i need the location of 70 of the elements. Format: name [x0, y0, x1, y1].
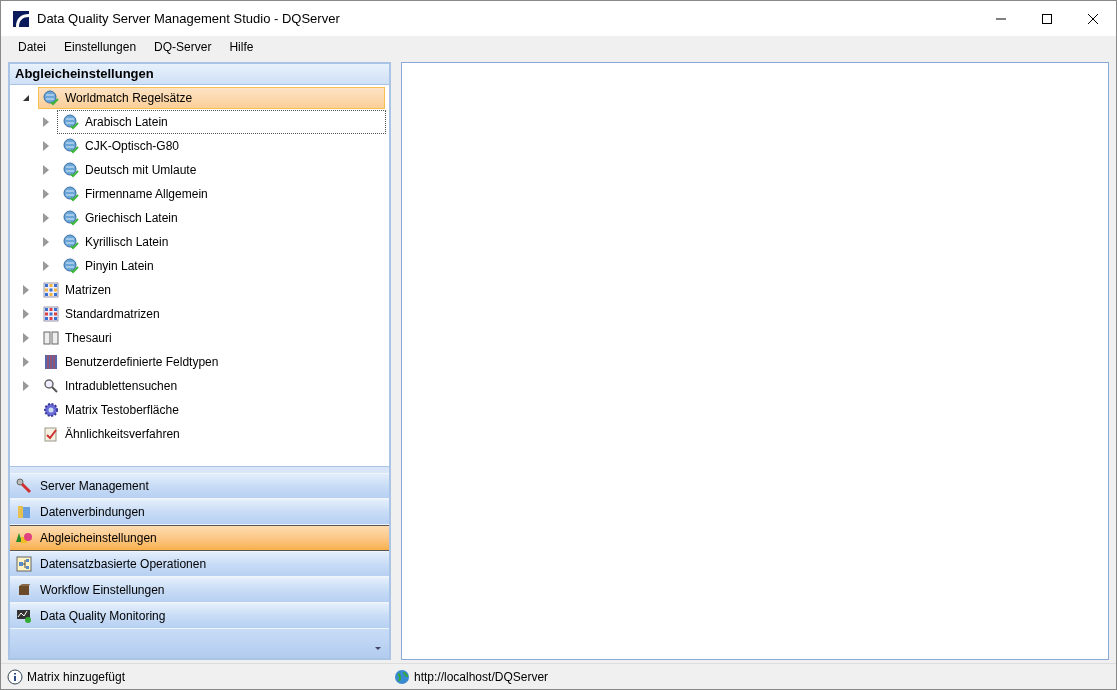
columns-icon — [43, 354, 59, 370]
tree-item[interactable]: Benutzerdefinierte Feldtypen — [38, 351, 385, 373]
close-icon — [1087, 12, 1099, 25]
menu-item[interactable]: Datei — [9, 38, 55, 56]
status-message: Matrix hinzugefügt — [27, 668, 126, 686]
expand-triangle-icon[interactable] — [22, 285, 30, 295]
expand-triangle-icon[interactable] — [22, 357, 30, 367]
expand-triangle-icon[interactable] — [42, 189, 50, 199]
navigation-button[interactable]: Abgleicheinstellungen — [10, 525, 389, 551]
menu-item[interactable]: Einstellungen — [55, 38, 146, 56]
tree-item[interactable]: Standardmatrizen — [38, 303, 385, 325]
diagram-icon — [16, 556, 32, 572]
navigation-button[interactable]: Workflow Einstellungen — [10, 577, 389, 603]
server-url: http://localhost/DQServer — [414, 668, 549, 686]
tree-item[interactable]: Intradublettensuchen — [38, 375, 385, 397]
globe-check-icon — [63, 186, 79, 202]
chart-icon — [16, 608, 32, 624]
globe-check-icon — [63, 138, 79, 154]
expand-triangle-icon[interactable] — [42, 141, 50, 151]
tree-item[interactable]: Deutsch mit Umlaute — [58, 159, 385, 181]
globe-icon — [394, 668, 410, 685]
info-icon — [7, 668, 23, 685]
tree-item[interactable]: Firmenname Allgemein — [58, 183, 385, 205]
expand-triangle-icon[interactable] — [22, 333, 30, 343]
tree-item[interactable]: Thesauri — [38, 327, 385, 349]
grid-icon — [43, 282, 59, 298]
tree-item[interactable]: CJK-Optisch-G80 — [58, 135, 385, 157]
tree-item[interactable]: Griechisch Latein — [58, 207, 385, 229]
shapes-icon — [16, 530, 32, 546]
panel-header: Abgleicheinstellungen — [10, 64, 389, 85]
tree-item[interactable]: Matrizen — [38, 279, 385, 301]
navigation-button[interactable]: Datensatzbasierte Operationen — [10, 551, 389, 577]
window-title: Data Quality Server Management Studio - DQServer — [37, 9, 340, 28]
globe-check-icon — [63, 114, 79, 130]
collapse-triangle-icon[interactable] — [22, 94, 30, 102]
box-icon — [16, 582, 32, 598]
gear-icon — [43, 402, 59, 418]
search-icon — [43, 378, 59, 394]
expand-triangle-icon[interactable] — [42, 237, 50, 247]
expand-triangle-icon[interactable] — [42, 117, 50, 127]
globe-check-icon — [63, 234, 79, 250]
wrench-icon — [16, 478, 32, 494]
grid-icon — [43, 306, 59, 322]
tree-item[interactable]: Worldmatch Regelsätze — [38, 87, 385, 109]
splitter-grip[interactable] — [10, 466, 389, 473]
maximize-icon — [1041, 12, 1053, 25]
book-icon — [43, 330, 59, 346]
globe-check-icon — [63, 162, 79, 178]
clipboard-check-icon — [43, 426, 59, 442]
tree-item[interactable]: Kyrillisch Latein — [58, 231, 385, 253]
tree-item[interactable]: Ähnlichkeitsverfahren — [38, 423, 385, 445]
cylinder-icon — [16, 504, 32, 520]
expand-triangle-icon[interactable] — [42, 213, 50, 223]
tree-item[interactable]: Pinyin Latein — [58, 255, 385, 277]
tree-item[interactable]: Matrix Testoberfläche — [38, 399, 385, 421]
dropdown-arrow-icon[interactable] — [375, 647, 381, 650]
expand-triangle-icon[interactable] — [42, 261, 50, 271]
expand-triangle-icon[interactable] — [22, 381, 30, 391]
expand-triangle-icon[interactable] — [42, 165, 50, 175]
expand-triangle-icon[interactable] — [22, 309, 30, 319]
app-logo-icon — [13, 10, 29, 27]
globe-check-icon — [63, 210, 79, 226]
menu-item[interactable]: Hilfe — [220, 38, 263, 56]
globe-check-icon — [43, 90, 59, 106]
navigation-button[interactable]: Server Management — [10, 473, 389, 499]
navigation-button[interactable]: Datenverbindungen — [10, 499, 389, 525]
navigation-button[interactable]: Data Quality Monitoring — [10, 603, 389, 629]
globe-check-icon — [63, 258, 79, 274]
tree-item[interactable]: Arabisch Latein — [58, 111, 385, 133]
menu-item[interactable]: DQ-Server — [145, 38, 221, 56]
